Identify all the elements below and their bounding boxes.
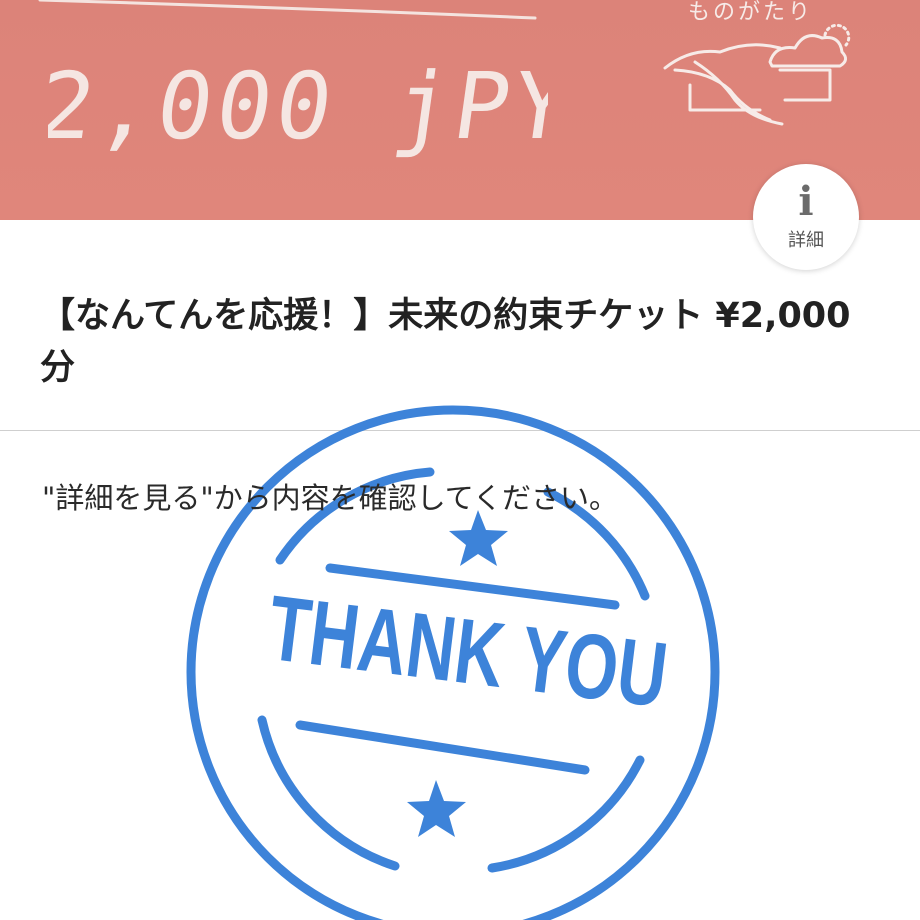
stamp-inner-arc-bottom-right	[487, 755, 645, 873]
instruction-text: "詳細を見る"から内容を確認してください。	[42, 481, 618, 515]
stamp-bottom-bar	[295, 720, 590, 775]
star-icon	[407, 780, 466, 837]
stamp-text: THANK YOU	[263, 577, 672, 727]
stamp-inner-arc-bottom-left	[257, 715, 400, 871]
thank-you-stamp: THANK YOU	[186, 405, 720, 920]
